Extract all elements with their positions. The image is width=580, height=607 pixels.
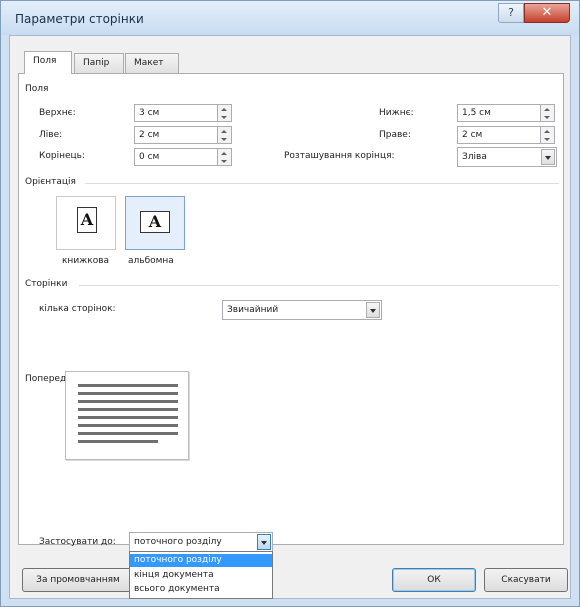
portrait-label: книжкова	[62, 256, 110, 266]
top-margin-value[interactable]: 3 см	[134, 104, 218, 122]
spin-up-icon[interactable]	[221, 130, 227, 133]
page-preview	[65, 371, 189, 460]
apply-to-label: Застосувати до:	[39, 537, 116, 547]
dialog-body: Поля Папір Макет Поля Верхнє: 3 см Ліве:…	[9, 35, 571, 599]
top-margin-spin-buttons[interactable]	[218, 104, 232, 122]
preview-line	[78, 400, 178, 403]
tab-margins[interactable]: Поля	[24, 51, 72, 74]
spin-down-icon[interactable]	[221, 138, 227, 141]
right-margin-spin-buttons[interactable]	[541, 126, 555, 144]
preview-line	[78, 416, 178, 419]
preview-line	[78, 392, 178, 395]
gutter-position-label: Розташування корінця:	[284, 151, 395, 161]
landscape-page-icon: A	[140, 211, 170, 233]
group-divider	[79, 285, 559, 286]
gutter-position-select[interactable]: Зліва	[457, 147, 557, 167]
apply-to-select[interactable]: поточного розділу	[129, 532, 273, 552]
gutter-label: Корінець:	[39, 151, 85, 161]
left-margin-value[interactable]: 2 см	[134, 126, 218, 144]
tab-layout[interactable]: Макет	[125, 53, 179, 73]
pages-group-label: Сторінки	[25, 279, 68, 289]
chevron-down-icon[interactable]	[541, 149, 555, 165]
preview-line	[78, 432, 178, 435]
left-margin-spin-buttons[interactable]	[218, 126, 232, 144]
top-margin-label: Верхнє:	[39, 108, 76, 118]
spin-down-icon[interactable]	[544, 138, 550, 141]
close-button[interactable]: ✕	[524, 3, 570, 23]
gutter-spin-buttons[interactable]	[218, 148, 232, 166]
dialog-title: Параметри сторінки	[15, 12, 144, 26]
portrait-button[interactable]: A	[56, 196, 116, 250]
spin-down-icon[interactable]	[544, 116, 550, 119]
apply-option-end-of-document[interactable]: кінця документа	[130, 569, 272, 582]
top-margin-spinner[interactable]: 3 см	[134, 104, 234, 122]
tab-paper[interactable]: Папір	[74, 53, 124, 73]
ok-button[interactable]: ОК	[392, 568, 476, 592]
spin-up-icon[interactable]	[221, 152, 227, 155]
bottom-margin-label: Нижнє:	[379, 108, 414, 118]
spin-up-icon[interactable]	[221, 108, 227, 111]
apply-to-dropdown-list: поточного розділу кінця документа всього…	[129, 551, 273, 599]
set-as-default-button[interactable]: За промовчанням	[22, 568, 134, 592]
landscape-button[interactable]: A	[125, 196, 185, 250]
apply-option-whole-document[interactable]: всього документа	[130, 583, 272, 596]
gutter-spinner[interactable]: 0 см	[134, 148, 234, 166]
bottom-margin-spinner[interactable]: 1,5 см	[457, 104, 557, 122]
left-margin-label: Ліве:	[39, 130, 63, 140]
page-setup-dialog: Параметри сторінки ? ✕ Поля Папір Макет …	[0, 0, 580, 607]
right-margin-value[interactable]: 2 см	[457, 126, 541, 144]
right-margin-label: Праве:	[379, 130, 411, 140]
preview-line	[78, 440, 158, 443]
landscape-label: альбомна	[128, 256, 174, 266]
cancel-button[interactable]: Скасувати	[484, 568, 568, 592]
portrait-page-icon: A	[77, 207, 97, 233]
group-divider	[85, 183, 559, 184]
margins-tab-panel: Поля Верхнє: 3 см Ліве: 2 см Корінець: 0…	[18, 73, 564, 547]
preview-line	[78, 408, 178, 411]
multiple-pages-select[interactable]: Звичайний	[222, 300, 382, 320]
chevron-down-icon[interactable]	[257, 534, 271, 550]
gutter-position-value: Зліва	[462, 152, 487, 162]
preview-line	[78, 384, 178, 387]
preview-line	[78, 424, 178, 427]
help-button[interactable]: ?	[498, 3, 524, 23]
left-margin-spinner[interactable]: 2 см	[134, 126, 234, 144]
multiple-pages-value: Звичайний	[227, 305, 279, 315]
multiple-pages-label: кілька сторінок:	[39, 304, 116, 314]
title-bar: Параметри сторінки ? ✕	[1, 1, 579, 35]
chevron-down-icon[interactable]	[366, 302, 380, 318]
orientation-group-label: Орієнтація	[25, 177, 76, 187]
right-margin-spinner[interactable]: 2 см	[457, 126, 557, 144]
spin-down-icon[interactable]	[221, 160, 227, 163]
spin-up-icon[interactable]	[544, 108, 550, 111]
spin-up-icon[interactable]	[544, 130, 550, 133]
bottom-margin-value[interactable]: 1,5 см	[457, 104, 541, 122]
apply-to-value: поточного розділу	[134, 537, 222, 547]
spin-down-icon[interactable]	[221, 116, 227, 119]
bottom-margin-spin-buttons[interactable]	[541, 104, 555, 122]
apply-option-current-section[interactable]: поточного розділу	[130, 554, 272, 567]
margins-group-label: Поля	[25, 84, 49, 94]
gutter-value[interactable]: 0 см	[134, 148, 218, 166]
